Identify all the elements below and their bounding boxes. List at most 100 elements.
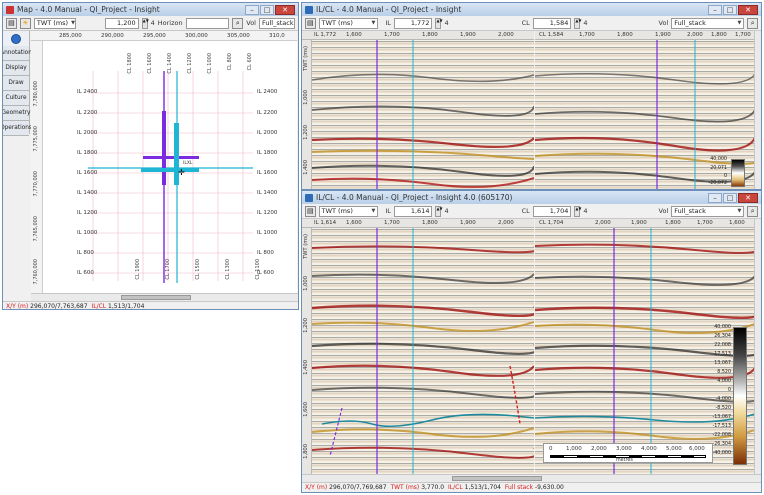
- bottom-il-spinner[interactable]: ▲▼: [435, 205, 443, 217]
- top-section-toolbar: ▤ TWT (ms) ▼ IL 1,772 ▲▼ 4 CL 1,584 ▲▼ 4 …: [302, 16, 761, 31]
- bottom-left-vaxis: TWT (ms) 1,000 1,200 1,400 1,600 1,800: [302, 228, 312, 474]
- bottom-colorbar-label: -22,008: [712, 433, 731, 438]
- map-app-icon: [6, 5, 14, 14]
- section-app-icon: [305, 5, 313, 14]
- section-mode-icon[interactable]: ▤: [305, 205, 316, 217]
- bottom-section-window: IL/CL - 4.0 Manual - QI_Project - Insigh…: [301, 190, 762, 493]
- bottom-right-axis: CL 1,704 2,000 1,900 1,800 1,700 1,600: [535, 219, 755, 228]
- bottom-section-toolbar: ▤ TWT (ms) ▼ IL 1,614 ▲▼ 4 CL 1,704 ▲▼ 4 …: [302, 204, 761, 219]
- map-title: Map - 4.0 Manual - QI_Project - Insight: [17, 5, 160, 14]
- top-section-title: IL/CL - 4.0 Manual - QI_Project - Insigh…: [316, 5, 462, 14]
- bottom-colorbar-label: 13,067: [714, 361, 731, 366]
- top-colorbar-label: -20,072: [708, 181, 727, 186]
- section-app-icon: [305, 193, 313, 202]
- top-colorbar: [731, 159, 745, 187]
- cl-label: CL 1200: [187, 53, 193, 74]
- top-il-label: IL: [385, 19, 391, 27]
- cl-label: CL 1800: [127, 53, 133, 74]
- minimize-button[interactable]: –: [245, 4, 259, 15]
- bottom-cl-input[interactable]: 1,704: [532, 205, 572, 217]
- il-label: IL 2000: [77, 130, 98, 136]
- il-label: IL 1200: [77, 210, 98, 216]
- bottom-step: 4: [444, 207, 449, 215]
- il-label-right: IL 2200: [257, 110, 278, 116]
- map-vol-select[interactable]: Full_stack: [258, 17, 295, 29]
- map-mode-icon[interactable]: ▤: [6, 17, 17, 29]
- y-label: 7,765,000: [33, 216, 39, 242]
- top-seismic-right[interactable]: CL 1,584 1,700 1,800 1,900 2,000 1,800 1…: [535, 31, 755, 189]
- map-toolbar: ▤ ☀ TWT (ms) ▼ 1,200 ▲▼ 4 Horizon ⌕ Vol F…: [3, 16, 298, 31]
- minimize-button[interactable]: –: [708, 192, 722, 203]
- bottom-section-titlebar[interactable]: IL/CL - 4.0 Manual - QI_Project - Insigh…: [302, 191, 761, 204]
- il-label: IL 1800: [77, 150, 98, 156]
- bottom-colorbar-label: 26,304: [714, 334, 731, 339]
- bottom-colorbar-label: -8,520: [715, 406, 731, 411]
- cl-bottom-label: CL 1300: [225, 259, 231, 280]
- top-section-titlebar[interactable]: IL/CL - 4.0 Manual - QI_Project - Insigh…: [302, 3, 761, 16]
- top-right-axis: CL 1,584 1,700 1,800 1,900 2,000 1,800 1…: [535, 31, 755, 40]
- map-titlebar[interactable]: Map - 4.0 Manual - QI_Project - Insight …: [3, 3, 298, 16]
- x-label: 285,000: [59, 33, 82, 39]
- close-button[interactable]: ✕: [738, 192, 758, 203]
- close-button[interactable]: ✕: [275, 4, 295, 15]
- top-seismic-left[interactable]: IL 1,772 1,600 1,700 1,800 1,900 2,000 T…: [302, 31, 534, 189]
- bottom-colorbar-label: 22,008: [714, 343, 731, 348]
- map-window: Map - 4.0 Manual - QI_Project - Insight …: [2, 2, 299, 310]
- tab-operations[interactable]: Operations: [3, 121, 32, 136]
- bottom-seismic-right[interactable]: CL 1,704 2,000 1,900 1,800 1,700 1,600 4…: [535, 219, 755, 474]
- cl-label: CL 800: [227, 53, 233, 71]
- bottom-domain-select[interactable]: TWT (ms) ▼: [318, 205, 379, 217]
- maximize-button[interactable]: □: [723, 192, 737, 203]
- top-cl-input[interactable]: 1,584: [532, 17, 572, 29]
- search-icon[interactable]: ⌕: [747, 17, 758, 29]
- x-label: 310,0: [269, 33, 285, 39]
- bottom-section-title: IL/CL - 4.0 Manual - QI_Project - Insigh…: [316, 193, 513, 202]
- bottom-cl-step: 4: [583, 207, 588, 215]
- top-vol-select[interactable]: Full_stack ▼: [671, 17, 745, 29]
- tab-display[interactable]: Display: [3, 61, 29, 76]
- bottom-colorbar-label: -17,513: [712, 424, 731, 429]
- map-inline-input[interactable]: 1,200: [104, 17, 139, 29]
- bottom-vol-label: Vol: [658, 207, 669, 215]
- bottom-seismic-left[interactable]: IL 1,614 1,600 1,700 1,800 1,900 2,000 T…: [302, 219, 534, 474]
- minimize-button[interactable]: –: [708, 4, 722, 15]
- tab-geometry[interactable]: Geometry: [3, 106, 30, 121]
- tab-annotation[interactable]: Annotation: [3, 46, 32, 61]
- top-cl-spinner[interactable]: ▲▼: [574, 17, 582, 29]
- bottom-il-input[interactable]: 1,614: [393, 205, 433, 217]
- section-mode-icon[interactable]: ▤: [305, 17, 316, 29]
- map-inline-spinner[interactable]: ▲▼: [141, 17, 149, 29]
- top-il-spinner[interactable]: ▲▼: [435, 17, 443, 29]
- tab-culture[interactable]: Culture: [3, 91, 29, 106]
- top-il-input[interactable]: 1,772: [393, 17, 433, 29]
- bottom-hscroll[interactable]: [302, 474, 761, 482]
- top-vscroll[interactable]: [754, 31, 761, 189]
- map-canvas[interactable]: 285,000 290,000 295,000 300,000 305,000 …: [31, 31, 297, 293]
- cl-bottom-label: CL 1700: [165, 259, 171, 280]
- il-label-right: IL 1600: [257, 170, 278, 176]
- bottom-statusbar: X/Y (m) 296,070/7,769,687 TWT (ms) 3,770…: [302, 482, 761, 491]
- close-button[interactable]: ✕: [738, 4, 758, 15]
- bottom-il-label: IL: [385, 207, 391, 215]
- maximize-button[interactable]: □: [723, 4, 737, 15]
- bottom-cl-spinner[interactable]: ▲▼: [574, 205, 582, 217]
- bottom-vol-select[interactable]: Full_stack ▼: [671, 205, 745, 217]
- cl-label: CL 1600: [147, 53, 153, 74]
- map-domain-select[interactable]: TWT (ms) ▼: [33, 17, 76, 29]
- sun-icon[interactable]: ☀: [19, 17, 31, 29]
- bottom-vscroll[interactable]: [754, 219, 761, 474]
- search-icon[interactable]: ⌕: [747, 205, 758, 217]
- map-hscroll[interactable]: [31, 293, 298, 301]
- bottom-colorbar-label: 4,000: [717, 379, 731, 384]
- sidebar-info-icon[interactable]: [3, 31, 29, 46]
- il-label-right: IL 1000: [257, 230, 278, 236]
- search-icon[interactable]: ⌕: [232, 17, 244, 29]
- bottom-colorbar-label: 17,513: [714, 352, 731, 357]
- maximize-button[interactable]: □: [260, 4, 274, 15]
- tab-draw[interactable]: Draw: [3, 76, 29, 91]
- top-domain-select[interactable]: TWT (ms) ▼: [318, 17, 379, 29]
- cl-bottom-label: CL 1900: [135, 259, 141, 280]
- horizon-input[interactable]: [185, 17, 230, 29]
- cl-bottom-label: CL 1100: [255, 259, 261, 280]
- bottom-colorbar-label: 40,000: [714, 325, 731, 330]
